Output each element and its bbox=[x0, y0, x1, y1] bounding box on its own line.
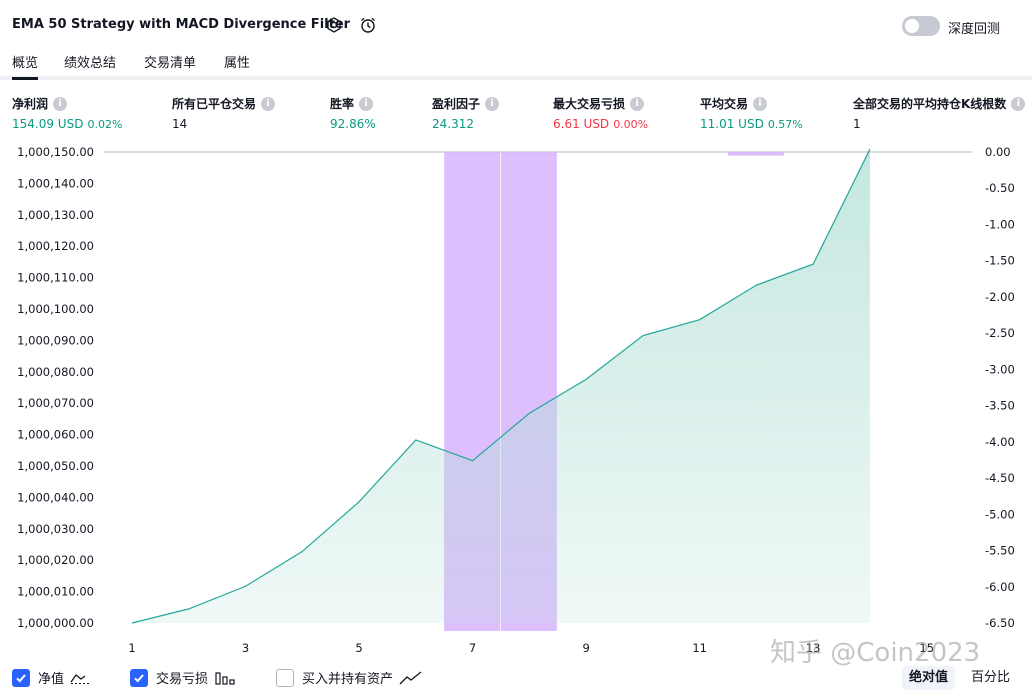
metric-label: 最大交易亏损 bbox=[553, 97, 626, 111]
y-right-tick-label: -6.00 bbox=[985, 580, 1015, 594]
y-left-tick-label: 1,000,070.00 bbox=[17, 396, 94, 410]
y-left-tick-label: 1,000,140.00 bbox=[17, 176, 94, 190]
x-tick-label: 9 bbox=[582, 641, 589, 655]
y-left-tick-label: 1,000,000.00 bbox=[17, 616, 94, 630]
checkbox-checked-icon[interactable] bbox=[130, 668, 148, 687]
metric-label: 胜率 bbox=[330, 97, 355, 111]
metric-percent: 0.02% bbox=[87, 118, 123, 131]
trade-loss-bar bbox=[727, 152, 784, 156]
info-icon[interactable]: i bbox=[630, 96, 645, 111]
metric-profit-factor: 盈利因子 i 24.312 bbox=[432, 95, 500, 131]
info-icon[interactable]: i bbox=[485, 96, 500, 111]
info-icon[interactable]: i bbox=[261, 96, 276, 111]
info-icon[interactable]: i bbox=[753, 96, 768, 111]
y-left-tick-label: 1,000,030.00 bbox=[17, 522, 94, 536]
legend-trade-loss[interactable]: 交易亏损 bbox=[130, 668, 236, 687]
legend-trade-loss-label: 交易亏损 bbox=[156, 672, 209, 687]
y-left-tick-label: 1,000,150.00 bbox=[17, 145, 94, 159]
y-right-tick-label: -5.50 bbox=[985, 544, 1015, 558]
checkbox-checked-icon[interactable] bbox=[12, 668, 30, 687]
x-tick-label: 7 bbox=[469, 641, 476, 655]
x-tick-label: 1 bbox=[128, 641, 135, 655]
trend-line-icon bbox=[399, 670, 423, 685]
metric-value: 14 bbox=[172, 117, 188, 131]
y-left-tick-label: 1,000,050.00 bbox=[17, 459, 94, 473]
percent-button[interactable]: 百分比 bbox=[964, 666, 1017, 690]
tab-overview[interactable]: 概览 bbox=[12, 52, 39, 80]
y-left-tick-label: 1,000,060.00 bbox=[17, 428, 94, 442]
metric-avg-bars-in-trades: 全部交易的平均持仓K线根数 i 1 bbox=[853, 95, 1026, 131]
y-left-tick-label: 1,000,110.00 bbox=[17, 271, 94, 285]
metric-value: 6.61 USD bbox=[553, 117, 610, 131]
strategy-header: EMA 50 Strategy with MACD Divergence Fil… bbox=[0, 0, 1032, 50]
metric-value: 154.09 USD bbox=[12, 117, 84, 131]
metric-percent: 0.00% bbox=[613, 118, 649, 131]
y-right-tick-label: -3.50 bbox=[985, 399, 1015, 413]
y-right-tick-label: -0.50 bbox=[985, 181, 1015, 195]
checkbox-unchecked-icon[interactable] bbox=[276, 668, 294, 687]
watermark-text: 知乎 @Coin2023 bbox=[770, 638, 981, 668]
metric-label: 盈利因子 bbox=[432, 97, 481, 111]
strategy-title: EMA 50 Strategy with MACD Divergence Fil… bbox=[12, 17, 351, 32]
metric-label: 净利润 bbox=[12, 97, 49, 111]
metric-label: 全部交易的平均持仓K线根数 bbox=[853, 97, 1007, 111]
y-left-tick-label: 1,000,010.00 bbox=[17, 585, 94, 599]
metric-label: 所有已平仓交易 bbox=[172, 97, 257, 111]
y-right-tick-label: -1.00 bbox=[985, 217, 1015, 231]
metric-win-rate: 胜率 i 92.86% bbox=[330, 95, 376, 131]
metric-value: 11.01 USD bbox=[700, 117, 764, 131]
y-left-tick-label: 1,000,120.00 bbox=[17, 239, 94, 253]
deep-backtest-toggle[interactable] bbox=[902, 16, 940, 36]
line-chart-icon bbox=[70, 671, 92, 685]
absolute-value-button[interactable]: 绝对值 bbox=[902, 666, 956, 690]
y-left-tick-label: 1,000,040.00 bbox=[17, 490, 94, 504]
y-right-tick-label: -5.00 bbox=[985, 507, 1015, 521]
y-right-tick-label: -4.00 bbox=[985, 435, 1015, 449]
metric-percent: 0.57% bbox=[767, 118, 803, 131]
report-tabs: 概览 绩效总结 交易清单 属性 bbox=[0, 46, 1032, 80]
alarm-clock-icon[interactable] bbox=[358, 15, 378, 35]
y-right-tick-label: 0.00 bbox=[985, 145, 1011, 159]
x-tick-label: 3 bbox=[242, 641, 249, 655]
x-tick-label: 5 bbox=[355, 641, 362, 655]
tab-properties[interactable]: 属性 bbox=[224, 52, 250, 71]
info-icon[interactable]: i bbox=[359, 96, 374, 111]
y-right-tick-label: -2.50 bbox=[985, 326, 1015, 340]
y-right-tick-label: -1.50 bbox=[985, 254, 1015, 268]
legend-buy-and-hold-label: 买入并持有资产 bbox=[302, 672, 394, 687]
metric-value: 24.312 bbox=[432, 117, 474, 131]
metric-max-trade-loss: 最大交易亏损 i 6.61 USD 0.00% bbox=[553, 95, 648, 131]
bar-chart-icon bbox=[214, 671, 236, 685]
y-right-tick-label: -6.50 bbox=[985, 616, 1015, 630]
metric-closed-trades: 所有已平仓交易 i 14 bbox=[172, 95, 276, 131]
toggle-knob bbox=[905, 19, 919, 33]
legend-buy-and-hold[interactable]: 买入并持有资产 bbox=[276, 668, 423, 687]
y-left-tick-label: 1,000,100.00 bbox=[17, 302, 94, 316]
y-left-tick-label: 1,000,090.00 bbox=[17, 333, 94, 347]
deep-backtest-label: 深度回测 bbox=[948, 22, 1001, 37]
legend-equity[interactable]: 净值 bbox=[12, 668, 92, 687]
y-right-tick-label: -4.50 bbox=[985, 471, 1015, 485]
y-left-tick-label: 1,000,080.00 bbox=[17, 365, 94, 379]
info-icon[interactable]: i bbox=[53, 96, 68, 111]
equity-chart[interactable]: 1,000,000.00 1,000,010.00 1,000,020.00 1,00… bbox=[0, 140, 1032, 662]
info-icon[interactable]: i bbox=[1011, 96, 1026, 111]
tab-trade-list[interactable]: 交易清单 bbox=[144, 52, 196, 71]
metric-average-trade: 平均交易 i 11.01 USD 0.57% bbox=[700, 95, 803, 131]
y-right-tick-label: -2.00 bbox=[985, 290, 1015, 304]
y-left-tick-label: 1,000,020.00 bbox=[17, 553, 94, 567]
tab-performance-summary[interactable]: 绩效总结 bbox=[64, 52, 116, 71]
metric-label: 平均交易 bbox=[700, 97, 749, 111]
metric-net-profit: 净利润 i 154.09 USD 0.02% bbox=[12, 95, 122, 131]
x-tick-label: 11 bbox=[692, 641, 707, 655]
y-left-tick-label: 1,000,130.00 bbox=[17, 208, 94, 222]
legend-equity-label: 净值 bbox=[38, 672, 65, 687]
gear-icon[interactable] bbox=[324, 15, 344, 35]
metric-value: 1 bbox=[853, 117, 861, 131]
metric-value: 92.86% bbox=[330, 117, 376, 131]
y-right-tick-label: -3.00 bbox=[985, 362, 1015, 376]
